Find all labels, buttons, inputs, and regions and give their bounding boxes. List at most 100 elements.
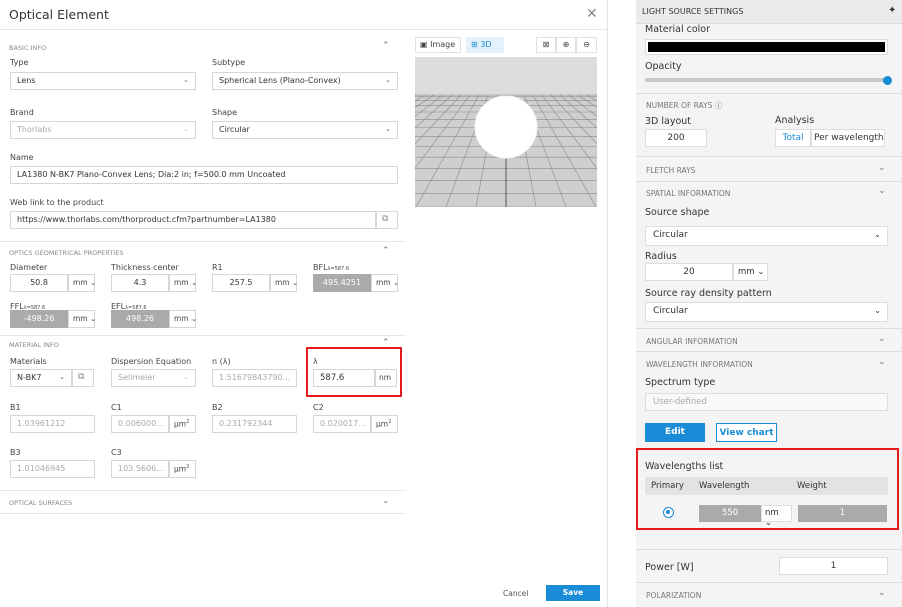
- geometry-section-header[interactable]: OPTICS GEOMETRICAL PROPERTIES: [9, 249, 123, 257]
- dispersion-value: Sellmeier: [118, 373, 156, 382]
- cancel-button[interactable]: Cancel: [503, 589, 528, 598]
- opacity-slider[interactable]: [645, 78, 888, 82]
- c1-unit: μm2: [169, 415, 196, 433]
- dispersion-label: Dispersion Equation: [111, 357, 192, 366]
- power-label: Power [W]: [645, 562, 694, 573]
- divider: [636, 549, 902, 550]
- weblink-input[interactable]: https://www.thorlabs.com/thorproduct.cfm…: [10, 211, 376, 229]
- wavelength-value[interactable]: 550: [699, 505, 761, 522]
- fletch-section-header[interactable]: FLETCH RAYS: [646, 166, 695, 175]
- source-shape-select[interactable]: Circular ⌄: [645, 226, 888, 246]
- diameter-label: Diameter: [10, 263, 48, 272]
- lambda-input[interactable]: 587.6: [313, 369, 375, 387]
- chevron-down-icon: ⌄: [59, 373, 65, 381]
- rays-section-header[interactable]: NUMBER OF RAYS ⓘ: [646, 100, 722, 111]
- zoom-out-icon[interactable]: ⊖: [576, 37, 597, 53]
- divider: [636, 156, 902, 157]
- analysis-per-wavelength-toggle[interactable]: Per wavelength: [811, 129, 885, 147]
- save-button[interactable]: Save: [546, 585, 600, 601]
- r1-unit-select[interactable]: mm ⌄: [270, 274, 298, 292]
- power-input[interactable]: 1: [779, 557, 888, 575]
- bfl-unit-select[interactable]: mm ⌄: [371, 274, 399, 292]
- weight-value[interactable]: 1: [798, 505, 887, 522]
- n-lambda-value: 1.51679843790...: [212, 369, 297, 387]
- brand-label: Brand: [10, 108, 34, 117]
- c1-value: 0.006000...: [111, 415, 169, 433]
- chevron-down-icon[interactable]: ⌄: [878, 334, 886, 344]
- tab-3d[interactable]: ⊞ 3D: [466, 37, 504, 53]
- zoom-in-icon[interactable]: ⊕: [556, 37, 576, 53]
- thickness-label: Thickness center: [111, 263, 179, 272]
- source-shape-value: Circular: [653, 230, 688, 240]
- material-section-header[interactable]: MATERIAL INFO: [9, 341, 59, 349]
- polarization-section-header[interactable]: POLARIZATION: [646, 591, 701, 600]
- chevron-down-icon[interactable]: ⌄: [878, 186, 886, 196]
- shape-label: Shape: [212, 108, 238, 117]
- wavelengths-table-header: Primary Wavelength Weight: [645, 477, 888, 495]
- shape-select[interactable]: Circular ⌄: [212, 121, 398, 139]
- source-shape-label: Source shape: [645, 207, 710, 218]
- external-link-icon[interactable]: ⧉: [72, 369, 94, 387]
- primary-radio[interactable]: [663, 507, 674, 518]
- thickness-unit-select[interactable]: mm ⌄: [169, 274, 197, 292]
- 3d-preview-viewport[interactable]: [415, 57, 597, 207]
- diameter-unit-select[interactable]: mm ⌄: [68, 274, 96, 292]
- subtype-select[interactable]: Spherical Lens (Plano-Convex) ⌄: [212, 72, 398, 90]
- spectrum-type-field: User-defined: [645, 393, 888, 411]
- pin-icon[interactable]: ✦: [888, 5, 896, 16]
- name-input[interactable]: LA1380 N-BK7 Plano-Convex Lens; Dia:2 in…: [10, 166, 398, 184]
- dispersion-select[interactable]: Sellmeier ⌄: [111, 369, 196, 387]
- edit-button[interactable]: Edit: [645, 423, 705, 442]
- divider: [636, 351, 902, 352]
- opacity-slider-handle[interactable]: [883, 76, 892, 85]
- density-select[interactable]: Circular ⌄: [645, 302, 888, 322]
- dialog-header: Optical Element ✕: [0, 0, 608, 30]
- dialog-title: Optical Element: [9, 7, 109, 22]
- close-icon[interactable]: ✕: [586, 6, 598, 22]
- chevron-up-icon[interactable]: ⌃: [382, 246, 390, 256]
- surfaces-section-header[interactable]: OPTICAL SURFACES: [9, 499, 72, 507]
- wavelength-row: 550 nm ⌄ 1: [645, 500, 888, 528]
- brand-value: Thorlabs: [17, 125, 52, 134]
- tab-image[interactable]: ▣ Image: [415, 37, 461, 53]
- chevron-down-icon[interactable]: ⌄: [878, 588, 886, 598]
- col-wavelength: Wavelength: [699, 481, 750, 491]
- chevron-down-icon: ⌄: [183, 76, 189, 84]
- fit-view-icon[interactable]: ⊠: [536, 37, 556, 53]
- material-color-label: Material color: [645, 24, 711, 35]
- optical-element-dialog: Optical Element ✕ BASIC INFO ⌃ Type Lens…: [0, 0, 608, 607]
- thickness-unit: mm: [174, 278, 189, 287]
- bfl-unit: mm: [376, 278, 391, 287]
- material-color-swatch[interactable]: [645, 39, 888, 55]
- chevron-down-icon: ⌄: [385, 125, 391, 133]
- chevron-down-icon[interactable]: ⌄: [382, 496, 390, 506]
- external-link-icon[interactable]: ⧉: [376, 211, 398, 229]
- view-chart-button[interactable]: View chart: [716, 423, 777, 442]
- n-lambda-label: n (λ): [212, 357, 231, 366]
- basic-info-section-header[interactable]: BASIC INFO: [9, 44, 46, 52]
- materials-select[interactable]: N-BK7 ⌄: [10, 369, 72, 387]
- efl-unit-select[interactable]: mm ⌄: [169, 310, 197, 328]
- diameter-input[interactable]: 50.8: [10, 274, 68, 292]
- angular-section-header[interactable]: ANGULAR INFORMATION: [646, 337, 738, 346]
- r1-input[interactable]: 257.5: [212, 274, 270, 292]
- bfl-value: 495.4251: [313, 274, 371, 292]
- analysis-total-toggle[interactable]: Total: [775, 129, 811, 147]
- wavelength-section-header[interactable]: WAVELENGTH INFORMATION: [646, 360, 753, 369]
- spatial-section-header[interactable]: SPATIAL INFORMATION: [646, 189, 730, 198]
- wavelengths-list-label: Wavelengths list: [645, 461, 724, 472]
- brand-select[interactable]: Thorlabs ⌄: [10, 121, 196, 139]
- chevron-up-icon[interactable]: ⌃: [382, 41, 390, 51]
- radius-unit-select[interactable]: mm ⌄: [733, 263, 768, 281]
- wavelength-unit-select[interactable]: nm ⌄: [761, 505, 792, 528]
- chevron-down-icon[interactable]: ⌄: [878, 357, 886, 367]
- ffl-unit-select[interactable]: mm ⌄: [68, 310, 96, 328]
- radius-input[interactable]: 20: [645, 263, 733, 281]
- chevron-down-icon[interactable]: ⌄: [878, 163, 886, 173]
- col-weight: Weight: [797, 481, 827, 491]
- type-select[interactable]: Lens ⌄: [10, 72, 196, 90]
- layout-rays-input[interactable]: 200: [645, 129, 707, 147]
- radius-unit: mm: [738, 267, 755, 277]
- radius-label: Radius: [645, 251, 677, 262]
- thickness-input[interactable]: 4.3: [111, 274, 169, 292]
